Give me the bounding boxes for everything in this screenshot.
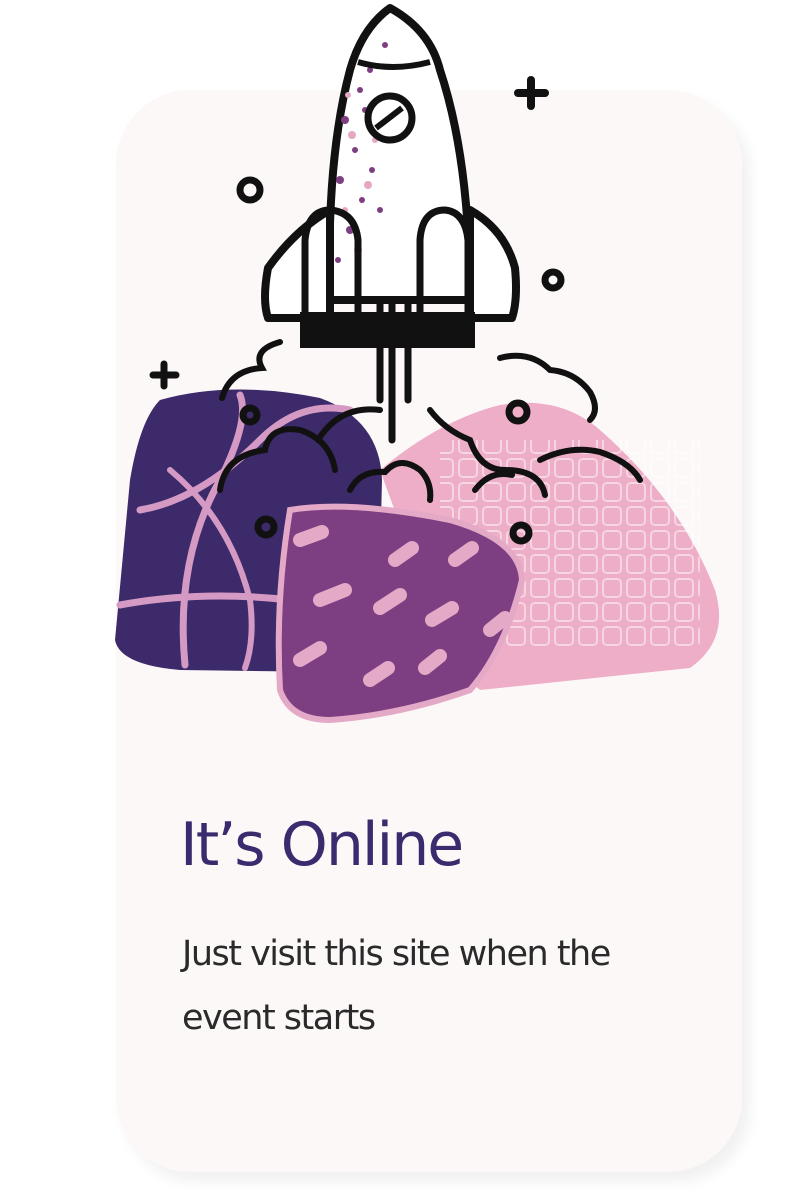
card-description: Just visit this site when the event star… bbox=[182, 934, 611, 1038]
circle-icon bbox=[541, 268, 565, 292]
sparkle-icon bbox=[514, 76, 549, 110]
rocket-launch-illustration bbox=[115, 4, 720, 724]
sparkle-icon bbox=[149, 360, 180, 390]
card-title: It’s Online bbox=[180, 810, 464, 880]
circle-icon bbox=[236, 176, 264, 204]
rocket-icon bbox=[261, 4, 520, 444]
page: It’s Online Just visit this site when th… bbox=[0, 0, 812, 1194]
